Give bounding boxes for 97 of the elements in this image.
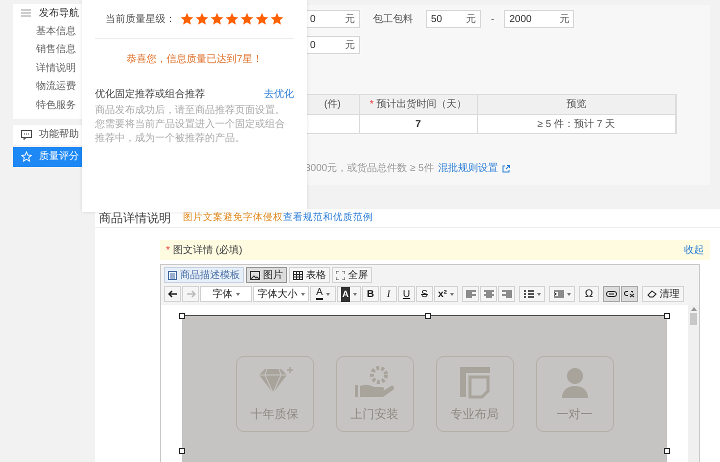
service-tile: 上门安装 bbox=[336, 356, 414, 432]
sidebar-tab[interactable]: 质量评分 bbox=[13, 146, 82, 166]
image-icon bbox=[250, 270, 260, 280]
collapse-link[interactable]: 收起 bbox=[684, 242, 704, 258]
table-cell: 7 bbox=[360, 115, 478, 133]
tip-text: 商品发布成功后，请至商品推荐页面设置。您需要将当前产品设置进入一个固定或组合推荐中，成为一个被推荐的产品。 bbox=[95, 104, 286, 146]
clean-button[interactable]: 清理 bbox=[642, 286, 684, 302]
undo-button[interactable] bbox=[164, 286, 181, 302]
field-label: 图文详情 (必填) bbox=[172, 244, 242, 258]
price-input[interactable]: 0 元 bbox=[305, 36, 360, 54]
superscript-button[interactable]: x² bbox=[434, 286, 458, 302]
italic-button[interactable]: I bbox=[380, 286, 397, 302]
external-link-icon bbox=[502, 164, 510, 172]
price-input[interactable]: 50 元 bbox=[426, 10, 481, 28]
person-icon bbox=[560, 365, 590, 399]
redo-icon bbox=[186, 290, 196, 298]
sidebar-tab[interactable]: 功能帮助 bbox=[13, 124, 82, 144]
field-label: 包工包料 bbox=[372, 12, 414, 26]
font-select[interactable]: 字体大小 bbox=[253, 286, 309, 302]
hand-gear-icon bbox=[352, 365, 396, 399]
special-character-button[interactable]: Ω bbox=[579, 286, 599, 302]
link-button[interactable] bbox=[603, 286, 620, 302]
caret-icon bbox=[300, 292, 304, 296]
caret-icon bbox=[536, 292, 540, 296]
template-icon bbox=[168, 270, 177, 280]
editor-tab[interactable]: 图片 bbox=[246, 267, 287, 283]
nav-item[interactable]: 物流运费 bbox=[13, 78, 82, 96]
font-select[interactable]: 字体 bbox=[200, 286, 252, 302]
align-left-button[interactable] bbox=[462, 286, 479, 302]
align-center-button[interactable] bbox=[480, 286, 497, 302]
resize-handle[interactable] bbox=[664, 313, 670, 319]
unlink-icon bbox=[624, 290, 635, 298]
star-icon bbox=[210, 12, 224, 26]
price-input[interactable]: 2000 元 bbox=[504, 10, 574, 28]
ruler-frame-icon bbox=[458, 365, 492, 399]
align-right-icon bbox=[502, 290, 512, 298]
scrollbar[interactable] bbox=[688, 305, 699, 462]
congrats-message: 恭喜您，信息质量已达到7星！ bbox=[126, 52, 264, 67]
optimize-link[interactable]: 去优化 bbox=[264, 87, 294, 102]
caret-icon bbox=[236, 292, 240, 296]
resize-handle[interactable] bbox=[179, 313, 185, 319]
resize-handle[interactable] bbox=[424, 313, 430, 319]
service-tile: 十年质保 bbox=[236, 356, 314, 432]
strikethrough-button[interactable]: S bbox=[416, 286, 433, 302]
bold-button[interactable]: B bbox=[362, 286, 379, 302]
align-left-icon bbox=[466, 290, 476, 298]
caret-icon bbox=[326, 292, 330, 296]
indent-icon bbox=[554, 290, 564, 298]
service-tile: 专业布局 bbox=[436, 356, 514, 432]
chat-icon bbox=[21, 130, 32, 140]
star-icon bbox=[224, 12, 238, 26]
nav-item[interactable]: 基本信息 bbox=[13, 22, 82, 40]
star-icon bbox=[270, 12, 284, 26]
editor-tab[interactable]: 商品描述模板 bbox=[164, 267, 244, 283]
list-button[interactable] bbox=[519, 286, 545, 302]
eraser-icon bbox=[646, 290, 656, 298]
link-icon bbox=[606, 291, 617, 297]
nav-title: 发布导航 bbox=[39, 6, 79, 20]
required-mark: * bbox=[166, 244, 170, 258]
range-dash: - bbox=[491, 12, 494, 26]
service-tile: 一对一 bbox=[536, 356, 614, 432]
tip-title: 优化固定推荐或组合推荐 bbox=[95, 88, 205, 102]
table-cell: ≥ 5 件：预计 7 天 bbox=[478, 115, 676, 133]
table-icon bbox=[293, 270, 303, 280]
resize-handle[interactable] bbox=[179, 448, 185, 454]
star-icon bbox=[254, 12, 268, 26]
align-right-button[interactable] bbox=[498, 286, 515, 302]
font-color-button[interactable]: A bbox=[310, 286, 336, 302]
star-icon bbox=[240, 12, 254, 26]
underline-button[interactable]: U bbox=[398, 286, 415, 302]
fullscreen-icon bbox=[336, 270, 345, 280]
nav-item[interactable]: 特色服务 bbox=[13, 96, 82, 114]
resize-handle[interactable] bbox=[664, 448, 670, 454]
required-mark: * bbox=[370, 98, 374, 112]
highlight-color-button[interactable]: A bbox=[337, 286, 361, 302]
star-level-label: 当前质量星级： bbox=[106, 12, 176, 26]
list-icon bbox=[21, 9, 31, 17]
caret-icon bbox=[450, 292, 454, 296]
section-title: 商品详情说明 bbox=[99, 210, 171, 227]
nav-item[interactable]: 销售信息 bbox=[13, 40, 82, 59]
unlink-button[interactable] bbox=[621, 286, 638, 302]
bullet-list-icon bbox=[524, 290, 534, 298]
caret-icon bbox=[566, 292, 570, 296]
price-input[interactable]: 0 元 bbox=[305, 10, 360, 28]
indent-button[interactable] bbox=[549, 286, 575, 302]
undo-icon bbox=[168, 290, 178, 298]
mixed-batch-link[interactable]: 混批规则设置 bbox=[438, 161, 498, 176]
editor-tab[interactable]: 全屏 bbox=[332, 267, 372, 283]
caret-icon bbox=[352, 292, 357, 296]
star-icon bbox=[194, 12, 208, 26]
guidelines-link[interactable]: 查看规范和优质范例 bbox=[283, 210, 373, 226]
nav-item[interactable]: 详情说明 bbox=[13, 59, 82, 78]
star-icon bbox=[180, 12, 194, 26]
align-center-icon bbox=[484, 290, 494, 298]
star-outline-icon bbox=[21, 151, 32, 162]
font-warning-text: 图片文案避免字体侵权 bbox=[183, 210, 283, 225]
editor-tab[interactable]: 表格 bbox=[289, 267, 330, 283]
